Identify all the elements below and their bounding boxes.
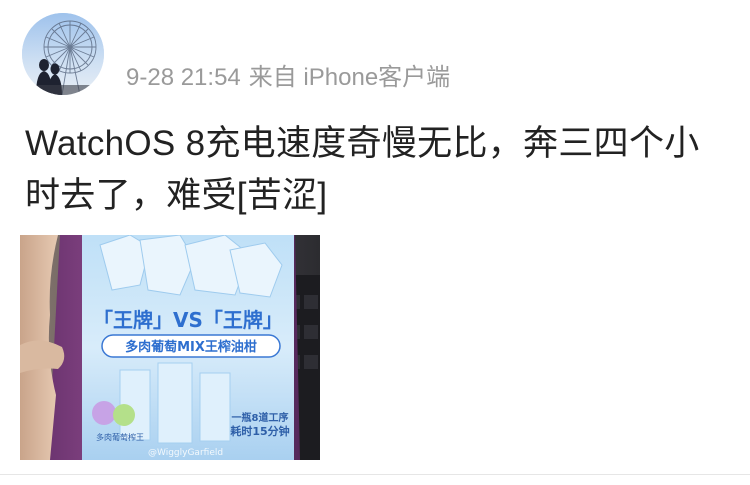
photo-product-name: 多肉葡萄MIX王榨油柑 (125, 339, 257, 355)
post-meta: 9-28 21:54 来自 iPhone客户端 (126, 57, 458, 92)
post-content: WatchOS 8充电速度奇慢无比，奔三四个小时去了，难受[苦涩] (25, 124, 700, 215)
photo-image: 「王牌」VS「王牌」 多肉葡萄MIX王榨油柑 多肉葡萄榨王 一瓶8道工序 耗时1… (20, 235, 320, 460)
post-photo[interactable]: 「王牌」VS「王牌」 多肉葡萄MIX王榨油柑 多肉葡萄榨王 一瓶8道工序 耗时1… (20, 235, 320, 460)
photo-right-badge-1: 一瓶8道工序 (232, 411, 289, 424)
photo-watermark: @WigglyGarfield (148, 448, 223, 458)
weibo-post: 9-28 21:54 来自 iPhone客户端 WatchOS 8充电速度奇慢无比… (0, 0, 750, 485)
photo-right-badge-2: 耗时15分钟 (230, 424, 289, 438)
photo-vs-label: 「王牌」VS「王牌」 (93, 308, 283, 332)
photo-left-badge: 多肉葡萄榨王 (96, 432, 144, 442)
ferris-wheel-icon (22, 13, 104, 95)
user-avatar[interactable] (22, 13, 104, 95)
post-divider (0, 474, 750, 475)
post-source[interactable]: 来自 iPhone客户端 (249, 64, 450, 91)
post-timestamp: 9-28 21:54 (126, 64, 241, 91)
